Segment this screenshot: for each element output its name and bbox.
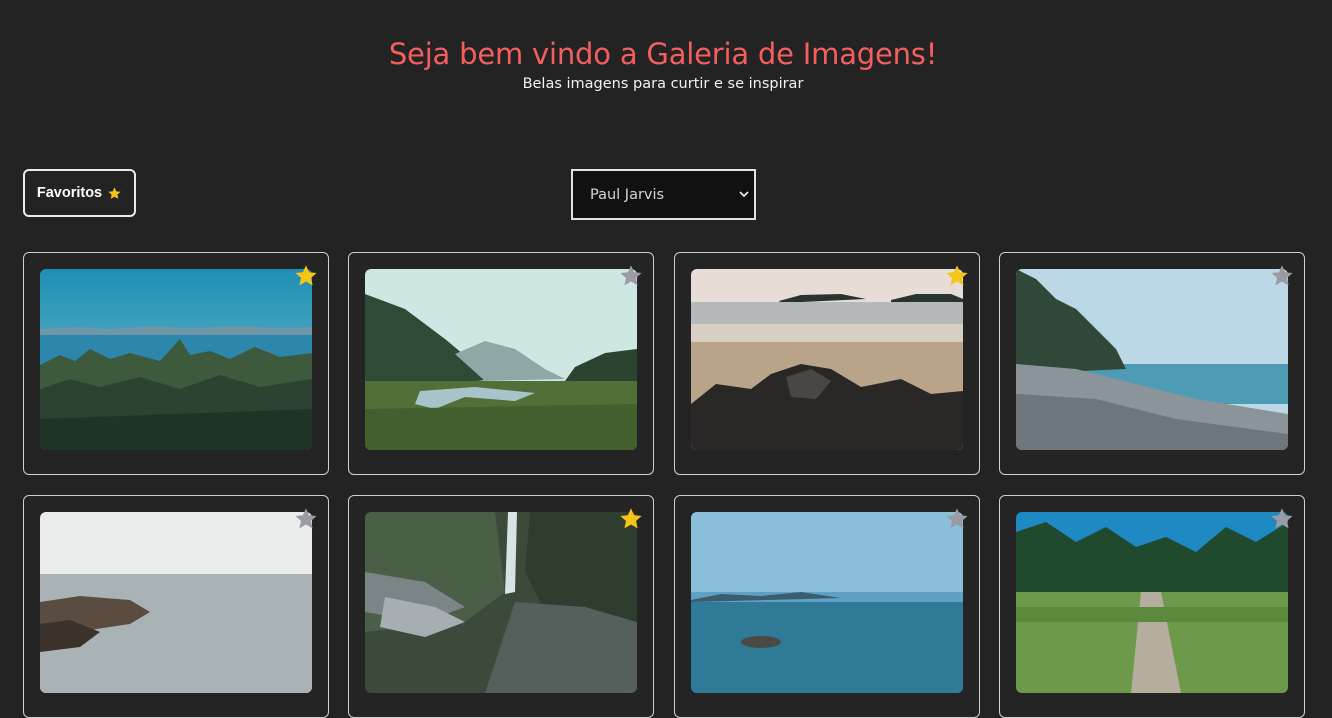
- star-icon[interactable]: [944, 506, 970, 532]
- gallery-card: [999, 495, 1305, 718]
- gallery-image[interactable]: [40, 269, 312, 450]
- gallery-card: [23, 252, 329, 475]
- gallery-image[interactable]: [365, 512, 637, 693]
- star-icon[interactable]: [293, 263, 319, 289]
- gallery-card: [999, 252, 1305, 475]
- star-icon: [108, 186, 121, 199]
- gallery-image[interactable]: [1016, 269, 1288, 450]
- gallery-image[interactable]: [1016, 512, 1288, 693]
- author-select-value: Paul Jarvis: [590, 186, 665, 203]
- page-title: Seja bem vindo a Galeria de Imagens!: [388, 37, 938, 71]
- gallery-image[interactable]: [691, 512, 963, 693]
- chevron-down-icon: [739, 191, 749, 198]
- star-icon[interactable]: [1269, 263, 1295, 289]
- gallery-card: [23, 495, 329, 718]
- star-icon[interactable]: [618, 506, 644, 532]
- gallery-card: [348, 252, 654, 475]
- star-icon[interactable]: [618, 263, 644, 289]
- favorites-button[interactable]: Favoritos: [23, 169, 136, 217]
- star-icon[interactable]: [1269, 506, 1295, 532]
- star-icon[interactable]: [944, 263, 970, 289]
- star-icon[interactable]: [293, 506, 319, 532]
- gallery-card: [674, 495, 980, 718]
- page-subtitle: Belas imagens para curtir e se inspirar: [522, 76, 804, 92]
- gallery-image[interactable]: [40, 512, 312, 693]
- favorites-label: Favoritos: [36, 185, 103, 201]
- author-select[interactable]: Paul Jarvis: [571, 169, 756, 220]
- gallery-card: [674, 252, 980, 475]
- gallery-card: [348, 495, 654, 718]
- gallery-image[interactable]: [691, 269, 963, 450]
- gallery-image[interactable]: [365, 269, 637, 450]
